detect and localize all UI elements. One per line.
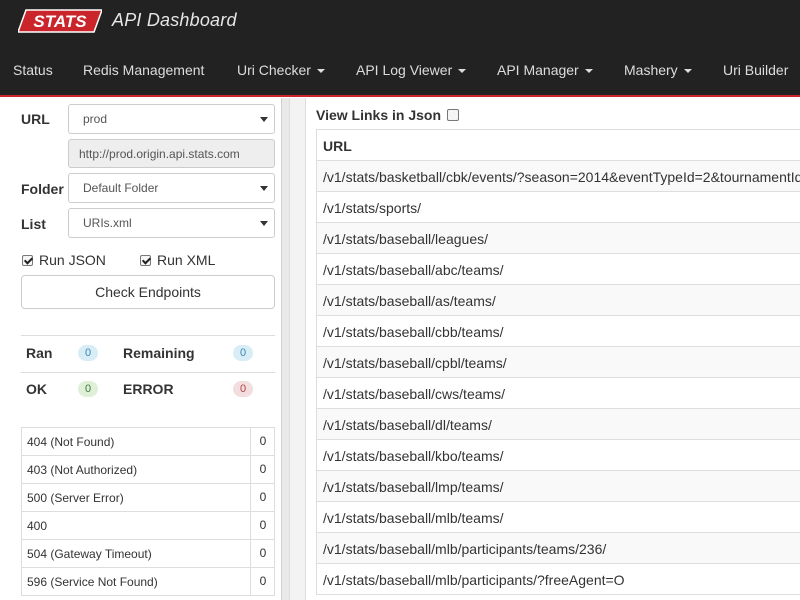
table-row: 403 (Not Authorized) 0 [22,456,274,484]
nav-uri-builder-label: Uri Builder [723,62,789,78]
run-json-checkbox[interactable] [22,255,33,266]
url-label: URL [21,111,50,127]
table-row[interactable]: /v1/stats/baseball/leagues/ [317,223,800,254]
status-code-label: 504 (Gateway Timeout) [27,547,152,561]
table-row: 500 (Server Error) 0 [22,484,274,512]
table-row[interactable]: /v1/stats/sports/ [317,192,800,223]
ran-label: Ran [26,345,53,361]
view-links-checkbox[interactable] [447,109,460,121]
status-code-count: 0 [250,540,275,567]
run-json-label: Run JSON [39,252,106,268]
table-row[interactable]: /v1/stats/baseball/as/teams/ [317,285,800,316]
view-links-toggle[interactable]: View Links in Json [316,107,460,123]
run-xml-checkbox[interactable] [140,255,151,266]
nav-log-viewer-label: API Log Viewer [356,62,453,78]
status-code-table: 404 (Not Found) 0 403 (Not Authorized) 0… [21,427,275,596]
table-row[interactable]: /v1/stats/baseball/dl/teams/ [317,409,800,440]
list-select-value: URIs.xml [83,216,132,230]
table-row[interactable]: /v1/stats/baseball/cpbl/teams/ [317,347,800,378]
resolved-url-value: http://prod.origin.api.stats.com [79,147,240,161]
status-code-count: 0 [250,512,275,539]
folder-label: Folder [21,181,64,197]
status-code-count: 0 [250,484,275,511]
ok-badge: 0 [78,381,98,397]
table-row: 400 0 [22,512,274,540]
table-row[interactable]: /v1/stats/baseball/mlb/teams/ [317,502,800,533]
table-row[interactable]: /v1/stats/baseball/mlb/participants/team… [317,533,800,564]
summary-counts-row-2: OK 0 ERROR 0 [21,372,275,397]
app-title: API Dashboard [112,10,237,30]
chevron-down-icon [458,69,467,74]
results-panel: View Links in Json URL /v1/stats/basketb… [306,98,800,600]
status-code-count: 0 [250,456,275,483]
panel-splitter[interactable] [289,98,306,600]
table-row[interactable]: /v1/stats/baseball/cbb/teams/ [317,316,800,347]
status-code-label: 404 (Not Found) [27,435,115,449]
ran-badge: 0 [78,345,98,361]
chevron-down-icon [316,69,325,74]
nav-status-label: Status [13,62,53,78]
view-links-label: View Links in Json [316,107,442,123]
status-code-label: 596 (Service Not Found) [27,575,158,589]
table-row: 596 (Service Not Found) 0 [22,568,274,596]
ok-label: OK [26,381,47,397]
status-code-label: 500 (Server Error) [27,491,124,505]
check-endpoints-button[interactable]: Check Endpoints [21,275,275,309]
nav-mashery-label: Mashery [624,62,678,78]
svg-text:STATS: STATS [33,12,87,31]
chevron-down-icon [683,69,692,74]
main-navbar: Status Redis Management Uri Checker API … [0,43,800,97]
stats-logo[interactable]: STATS [18,9,102,33]
table-row[interactable]: /v1/stats/baseball/lmp/teams/ [317,471,800,502]
remaining-badge: 0 [233,345,253,361]
list-select[interactable]: URIs.xml [68,208,275,238]
status-code-count: 0 [250,428,275,455]
folder-select[interactable]: Default Folder [68,173,275,203]
nav-api-log-viewer[interactable]: API Log Viewer [356,62,467,78]
run-json-toggle[interactable]: Run JSON [22,252,106,268]
url-column-header: URL [317,130,800,161]
url-select[interactable]: prod [68,104,275,134]
nav-uri-checker-label: Uri Checker [237,62,311,78]
nav-redis-label: Redis Management [83,62,205,78]
table-row: 404 (Not Found) 0 [22,428,274,456]
left-panel-scrollbar[interactable] [281,98,289,600]
url-results-table: URL /v1/stats/basketball/cbk/events/?sea… [316,129,800,595]
nav-mashery[interactable]: Mashery [624,62,692,78]
table-row[interactable]: /v1/stats/baseball/abc/teams/ [317,254,800,285]
dropdown-arrow-icon [260,117,268,122]
nav-api-manager[interactable]: API Manager [497,62,593,78]
table-row[interactable]: /v1/stats/baseball/kbo/teams/ [317,440,800,471]
table-row[interactable]: /v1/stats/baseball/cws/teams/ [317,378,800,409]
error-label: ERROR [123,381,174,397]
top-header: STATS API Dashboard [0,0,800,43]
status-code-count: 0 [250,568,275,595]
nav-redis-management[interactable]: Redis Management [83,62,204,78]
dropdown-arrow-icon [260,221,268,226]
table-row[interactable]: /v1/stats/basketball/cbk/events/?season=… [317,161,800,192]
list-label: List [21,216,46,232]
folder-select-value: Default Folder [83,181,159,195]
status-code-label: 400 [27,519,48,533]
dropdown-arrow-icon [260,186,268,191]
run-xml-label: Run XML [157,252,216,268]
nav-uri-checker[interactable]: Uri Checker [237,62,325,78]
url-select-value: prod [83,112,108,126]
nav-status[interactable]: Status [13,62,53,78]
status-code-label: 403 (Not Authorized) [27,463,138,477]
nav-api-manager-label: API Manager [497,62,579,78]
remaining-label: Remaining [123,345,195,361]
resolved-url-field: http://prod.origin.api.stats.com [68,139,275,168]
chevron-down-icon [584,69,593,74]
error-badge: 0 [233,381,253,397]
nav-uri-builder[interactable]: Uri Builder [723,62,788,78]
uri-checker-controls: URL prod http://prod.origin.api.stats.co… [0,98,289,600]
run-xml-toggle[interactable]: Run XML [140,252,215,268]
table-row: 504 (Gateway Timeout) 0 [22,540,274,568]
table-row[interactable]: /v1/stats/baseball/mlb/participants/?fre… [317,564,800,595]
summary-counts: Ran 0 Remaining 0 OK 0 ERROR 0 [21,335,275,407]
